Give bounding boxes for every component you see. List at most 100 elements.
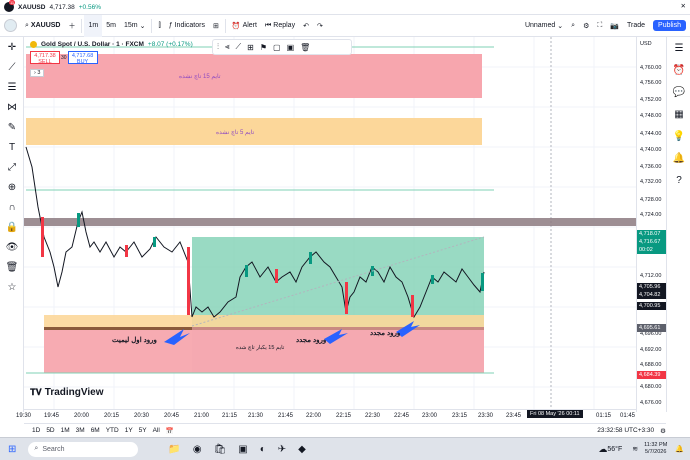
- fib-icon[interactable]: ☰: [0, 77, 24, 97]
- star-icon[interactable]: ☆: [0, 277, 24, 297]
- range-all[interactable]: All: [153, 427, 160, 434]
- trash-icon[interactable]: 🗑: [300, 43, 310, 52]
- price-label: 4,680.00: [640, 384, 662, 390]
- add-compare-button[interactable]: ＋: [64, 15, 79, 37]
- magnet-icon[interactable]: ∩: [0, 197, 24, 217]
- price-label: 4,688.00: [640, 362, 662, 368]
- windows-taskbar: ⊞ ⌕ Search 📁 ◉ 🛍 ▣ ◐ ✈ ◆ ☁ 56°F ≋ 11:32 PM 5/7/2…: [0, 437, 690, 460]
- chart-pane[interactable]: Gold Spot / U.S. Dollar · 1 · FXCM +8.07…: [24, 37, 636, 409]
- tf-1m[interactable]: 1m: [84, 14, 103, 37]
- time-label: 20:00: [74, 413, 90, 419]
- weather-icon[interactable]: ☁: [598, 444, 607, 455]
- tf-5m[interactable]: 5m: [102, 15, 120, 37]
- range-6m[interactable]: 6M: [91, 427, 100, 434]
- explorer-icon[interactable]: 📁: [168, 444, 180, 455]
- notifications-icon[interactable]: 🔔: [667, 147, 690, 169]
- app-icon[interactable]: ▣: [238, 444, 247, 455]
- clock-tray[interactable]: 11:32 PM 5/7/2026: [644, 442, 667, 456]
- indicators-button[interactable]: ƒ Indicators: [165, 15, 209, 37]
- redo-button[interactable]: ↷: [313, 15, 327, 37]
- entry3-label: ورود مجدد: [370, 330, 401, 337]
- buy-button[interactable]: 4,717.68 BUY: [67, 51, 98, 65]
- trash-icon[interactable]: 🗑: [0, 257, 24, 277]
- tv-logo-icon: 𝐓𝐕: [30, 387, 42, 397]
- lock-icon[interactable]: 🔒: [0, 217, 24, 237]
- browser-tab-bar: 11 XAUUSD 4,717.38 +0.56% ✕: [0, 0, 690, 15]
- windows-start-icon[interactable]: ⊞: [8, 444, 16, 455]
- replay-button[interactable]: ⏮ Replay: [261, 15, 299, 37]
- trendline-icon[interactable]: ⟋: [0, 57, 24, 77]
- symbol-search[interactable]: ⌕ XAUUSD: [21, 15, 64, 37]
- alert-button[interactable]: ⏰ Alert: [228, 15, 261, 37]
- help-icon[interactable]: ?: [667, 169, 690, 191]
- telegram-icon[interactable]: ✈: [278, 444, 286, 455]
- frame-icon[interactable]: ▣: [287, 43, 295, 52]
- entry1-label: ورود اول لیمیت: [112, 337, 157, 344]
- ideas-icon[interactable]: 💡: [667, 125, 690, 147]
- wifi-icon[interactable]: ≋: [632, 445, 638, 453]
- price-tag-green2: 4,716.67: [637, 238, 667, 246]
- align-icon[interactable]: ⫶: [217, 42, 219, 52]
- crosshair-icon[interactable]: ✛: [0, 37, 24, 57]
- replay-icon: ⏮: [264, 21, 272, 29]
- price-label: 4,724.00: [640, 212, 662, 218]
- tab-symbol[interactable]: XAUUSD: [18, 4, 45, 11]
- chart-type-button[interactable]: ⫿: [154, 15, 164, 37]
- undo-button[interactable]: ↶: [299, 15, 313, 37]
- candles-icon: ⫿: [158, 21, 161, 29]
- taskbar-search[interactable]: ⌕ Search: [28, 441, 139, 457]
- time-label: 01:45: [620, 413, 636, 419]
- align-icon[interactable]: ⫷: [225, 42, 230, 52]
- brush-icon[interactable]: ✎: [0, 117, 24, 137]
- publish-button[interactable]: Publish: [649, 15, 690, 37]
- price-label: 4,732.00: [640, 179, 662, 185]
- eye-icon[interactable]: 👁: [0, 237, 24, 257]
- settings-icon[interactable]: ⚙: [660, 427, 666, 435]
- range-5d[interactable]: 5D: [46, 427, 54, 434]
- flag-icon[interactable]: ⚑: [260, 43, 267, 52]
- tf-15m[interactable]: 15m ⌄: [120, 15, 150, 37]
- sell-button[interactable]: 4,717.38 SELL: [30, 51, 60, 65]
- templates-button[interactable]: ⊞: [209, 15, 223, 37]
- drawing-toolbar: ✛ ⟋ ☰ ⋈ ✎ T ⤢ ⊕ ∩ 🔒 👁 🗑 ☆: [0, 37, 24, 412]
- text-icon[interactable]: T: [0, 137, 24, 157]
- snapshot-button[interactable]: 📷: [606, 15, 623, 37]
- trade-button[interactable]: Trade: [623, 15, 649, 37]
- trendline-icon[interactable]: ⟋: [236, 42, 242, 52]
- calendar-icon[interactable]: 📅: [166, 427, 174, 435]
- zoom-icon[interactable]: ⊕: [0, 177, 24, 197]
- range-1m[interactable]: 1M: [61, 427, 70, 434]
- notifications-icon[interactable]: 🔔: [675, 445, 684, 453]
- range-5y[interactable]: 5Y: [139, 427, 147, 434]
- right-sidebar: ☰ ⏰ 💬 ▦ 💡 🔔 ?: [666, 37, 690, 412]
- chevron-down-icon: ⌄: [557, 22, 564, 30]
- edge-icon[interactable]: ◐: [260, 444, 266, 455]
- price-axis[interactable]: USD 4,760.00 4,756.00 4,752.00 4,748.00 4,74…: [636, 37, 667, 412]
- range-1y[interactable]: 1Y: [125, 427, 133, 434]
- range-1d[interactable]: 1D: [32, 427, 40, 434]
- indicator-count[interactable]: › 3: [30, 69, 45, 77]
- frame-icon[interactable]: ▢: [273, 43, 281, 52]
- chart-title: Gold Spot / U.S. Dollar · 1 · FXCM: [41, 41, 144, 48]
- chrome-icon[interactable]: ◉: [193, 444, 202, 455]
- store-icon[interactable]: 🛍: [214, 444, 227, 455]
- chat-icon[interactable]: 💬: [667, 81, 690, 103]
- avatar[interactable]: [0, 15, 21, 37]
- search-button[interactable]: ⌕: [567, 15, 579, 37]
- layout-button[interactable]: Unnamed ⌄: [521, 15, 567, 37]
- clock[interactable]: 23:32:58 UTC+3:30: [597, 427, 654, 434]
- time-label: 01:15: [596, 413, 612, 419]
- range-ytd[interactable]: YTD: [106, 427, 119, 434]
- tab-close-icon[interactable]: ✕: [681, 2, 686, 10]
- alarm-icon[interactable]: ⏰: [667, 59, 690, 81]
- search-icon: ⌕: [25, 21, 29, 29]
- fullscreen-button[interactable]: ⛶: [593, 15, 606, 37]
- ruler-icon[interactable]: ⊞: [247, 43, 254, 52]
- settings-button[interactable]: ⚙: [579, 15, 593, 37]
- pattern-icon[interactable]: ⋈: [0, 97, 24, 117]
- tradingview-app-icon[interactable]: ◆: [298, 444, 306, 455]
- measure-icon[interactable]: ⤢: [0, 157, 24, 177]
- range-3m[interactable]: 3M: [76, 427, 85, 434]
- calendar-icon[interactable]: ▦: [667, 103, 690, 125]
- watchlist-icon[interactable]: ☰: [667, 37, 690, 59]
